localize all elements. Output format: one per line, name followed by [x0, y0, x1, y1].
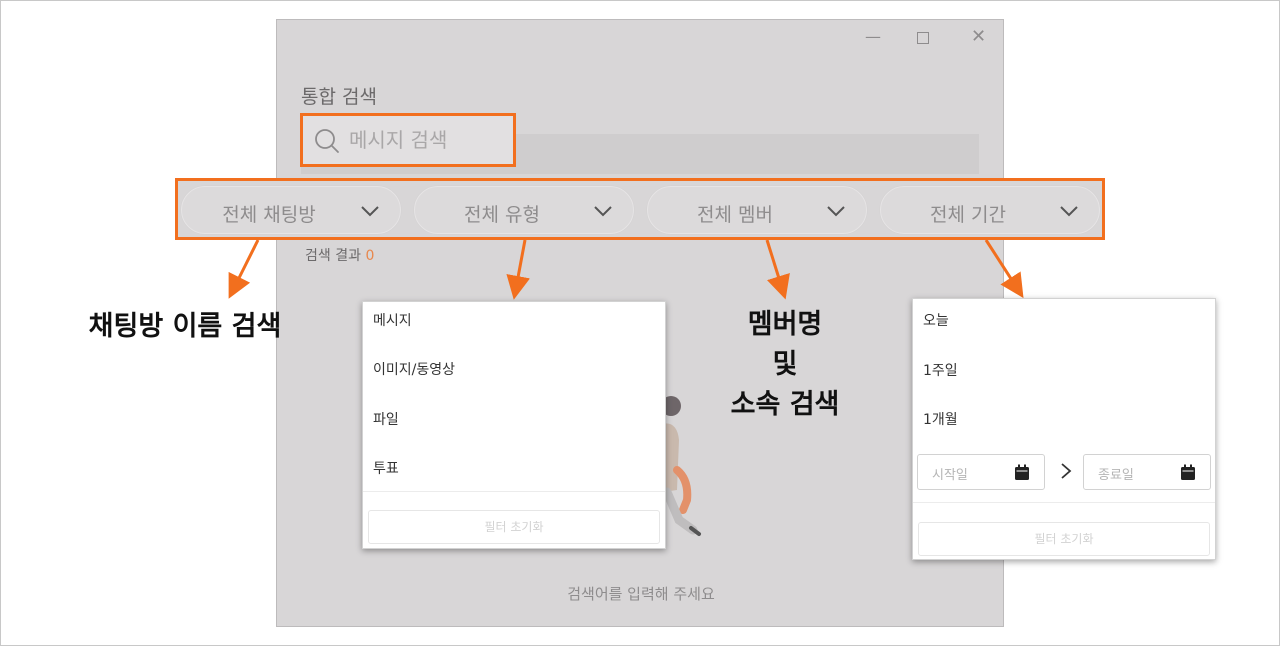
annotation-member-line2: 및 — [772, 349, 798, 380]
filter-chatroom-label: 전체 채팅방 — [222, 204, 316, 226]
chevron-right-icon — [1061, 463, 1072, 479]
dropdown-divider — [363, 491, 665, 492]
filter-bar: 전체 채팅방 전체 유형 전체 멤버 전체 기간 — [175, 178, 1105, 240]
type-option-message[interactable]: 메시지 — [373, 310, 412, 330]
minimize-button[interactable]: — — [865, 28, 881, 46]
calendar-icon — [1015, 464, 1029, 480]
filter-period-label: 전체 기간 — [930, 204, 1006, 226]
period-option-today[interactable]: 오늘 — [923, 310, 949, 330]
period-reset-button[interactable]: 필터 초기화 — [918, 522, 1210, 556]
annotation-chatroom: 채팅방 이름 검색 — [88, 311, 282, 342]
type-option-file[interactable]: 파일 — [373, 409, 399, 429]
annotation-member-line3: 소속 검색 — [730, 389, 840, 420]
dropdown-divider — [913, 502, 1215, 503]
filter-type[interactable]: 전체 유형 — [414, 186, 634, 234]
search-input[interactable] — [349, 116, 509, 164]
close-button[interactable]: ✕ — [971, 28, 986, 46]
annotation-member: 멤버명 및 소속 검색 — [710, 305, 860, 425]
chevron-down-icon — [361, 206, 379, 217]
result-label-text: 검색 결과 — [305, 248, 361, 264]
filter-period[interactable]: 전체 기간 — [880, 186, 1100, 234]
period-option-month[interactable]: 1개월 — [923, 409, 958, 429]
search-field[interactable] — [300, 113, 516, 167]
result-count-label: 검색 결과 0 — [305, 245, 374, 265]
empty-state-message: 검색어를 입력해 주세요 — [567, 585, 715, 603]
window-title: 통합 검색 — [301, 86, 377, 108]
search-icon — [315, 129, 339, 153]
chevron-down-icon — [594, 206, 612, 217]
filter-member[interactable]: 전체 멤버 — [647, 186, 867, 234]
filter-type-label: 전체 유형 — [464, 204, 540, 226]
filter-member-label: 전체 멤버 — [697, 204, 773, 226]
end-date-field[interactable]: 종료일 — [1083, 454, 1211, 490]
calendar-icon — [1181, 464, 1195, 480]
period-dropdown: 오늘 1주일 1개월 시작일 종료일 필터 초기화 — [912, 298, 1216, 560]
maximize-button[interactable] — [917, 32, 929, 44]
end-date-placeholder: 종료일 — [1098, 468, 1134, 483]
result-count: 0 — [365, 248, 375, 264]
type-option-media[interactable]: 이미지/동영상 — [373, 359, 455, 379]
chevron-down-icon — [827, 206, 845, 217]
type-reset-button[interactable]: 필터 초기화 — [368, 510, 660, 544]
chevron-down-icon — [1060, 206, 1078, 217]
start-date-placeholder: 시작일 — [932, 468, 968, 483]
period-option-week[interactable]: 1주일 — [923, 360, 958, 380]
type-dropdown: 메시지 이미지/동영상 파일 투표 필터 초기화 — [362, 301, 666, 549]
type-option-vote[interactable]: 투표 — [373, 458, 399, 478]
filter-chatroom[interactable]: 전체 채팅방 — [181, 186, 401, 234]
start-date-field[interactable]: 시작일 — [917, 454, 1045, 490]
annotation-member-line1: 멤버명 — [747, 309, 823, 340]
